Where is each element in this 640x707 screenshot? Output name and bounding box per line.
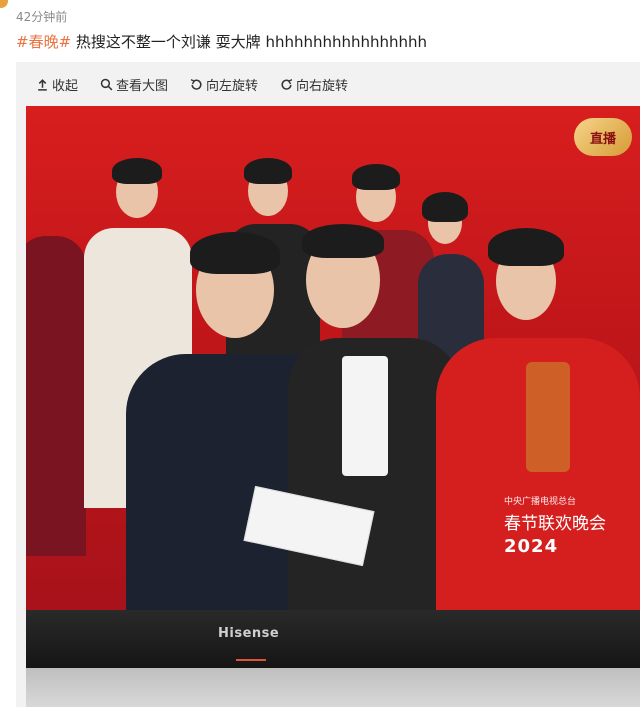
caption-year: 2024 bbox=[504, 536, 559, 557]
view-large-button[interactable]: 查看大图 bbox=[100, 75, 168, 94]
collapse-button[interactable]: 收起 bbox=[36, 75, 78, 94]
post-photo[interactable]: 直播 中央广播电视总台 春节联欢晚会 2024 Hisense bbox=[26, 106, 640, 707]
rotate-left-icon bbox=[190, 78, 202, 90]
collapse-label: 收起 bbox=[52, 78, 79, 94]
rotate-left-label: 向左旋转 bbox=[206, 78, 259, 94]
collapse-icon bbox=[38, 78, 47, 91]
broadcast-caption: 中央广播电视总台 春节联欢晚会 2024 bbox=[504, 494, 606, 557]
tv-brand-logo: Hisense bbox=[218, 626, 280, 641]
rotate-left-button[interactable]: 向左旋转 bbox=[190, 75, 258, 94]
live-badge: 直播 bbox=[574, 118, 632, 156]
rotate-right-icon bbox=[281, 78, 293, 90]
caption-title: 春节联欢晚会 bbox=[504, 514, 606, 534]
hashtag-link[interactable]: #春晚# bbox=[16, 33, 71, 51]
rotate-right-button[interactable]: 向右旋转 bbox=[280, 75, 348, 94]
tv-bezel bbox=[26, 610, 640, 668]
tv-screen: 直播 中央广播电视总台 春节联欢晚会 2024 bbox=[26, 106, 640, 610]
post-timestamp[interactable]: 42分钟前 bbox=[16, 8, 67, 25]
post-body: 热搜这不整一个刘谦 耍大牌 hhhhhhhhhhhhhhhhh bbox=[71, 33, 428, 51]
post-text: #春晚# 热搜这不整一个刘谦 耍大牌 hhhhhhhhhhhhhhhhh bbox=[16, 31, 427, 52]
avatar[interactable] bbox=[0, 0, 8, 8]
view-large-label: 查看大图 bbox=[116, 78, 169, 94]
image-toolbar: 收起 查看大图 向左旋转 向右旋转 bbox=[16, 62, 640, 106]
rotate-right-label: 向右旋转 bbox=[296, 78, 349, 94]
media-card: 收起 查看大图 向左旋转 向右旋转 直播 中央广播电视总台 春节联欢晚会 202… bbox=[16, 62, 640, 707]
caption-org: 中央广播电视总台 bbox=[504, 497, 577, 507]
search-icon bbox=[100, 78, 113, 90]
tv-led bbox=[236, 659, 266, 661]
tv-stand bbox=[26, 668, 640, 707]
